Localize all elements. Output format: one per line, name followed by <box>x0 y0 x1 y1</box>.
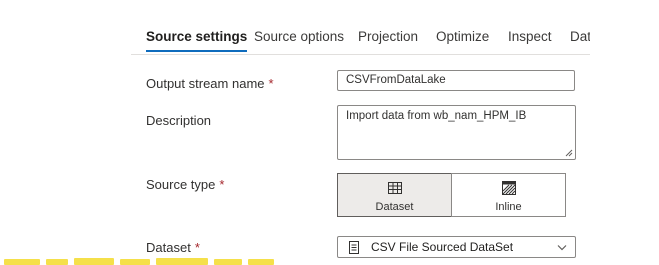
chevron-down-icon[interactable] <box>557 244 567 251</box>
source-type-dataset-button[interactable]: Dataset <box>337 173 452 217</box>
dataset-label-text: Dataset <box>146 240 191 255</box>
hatched-box-icon <box>501 181 516 195</box>
description-label: Description <box>146 113 212 128</box>
output-stream-name-value: CSVFromDataLake <box>346 74 446 86</box>
description-value: Import data from wb_nam_HPM_IB <box>346 110 527 122</box>
tab-source-options[interactable]: Source options <box>254 29 344 44</box>
tab-data-preview-clipped[interactable]: Dat <box>570 27 590 51</box>
resize-grip-icon[interactable] <box>565 149 573 157</box>
tab-projection[interactable]: Projection <box>358 29 418 44</box>
tab-source-settings[interactable]: Source settings <box>146 29 248 52</box>
required-marker: * <box>194 240 200 255</box>
source-type-dataset-label: Dataset <box>375 201 414 213</box>
source-type-label-text: Source type <box>146 177 216 192</box>
table-icon <box>387 182 402 194</box>
description-textarea[interactable]: Import data from wb_nam_HPM_IB <box>337 105 576 160</box>
tab-inspect[interactable]: Inspect <box>508 29 552 44</box>
dataset-selected-value: CSV File Sourced DataSet <box>371 240 514 254</box>
dataset-label: Dataset * <box>146 240 200 255</box>
source-type-toggle-group: Dataset Inline <box>337 173 566 217</box>
dataset-dropdown[interactable]: CSV File Sourced DataSet <box>337 236 576 258</box>
cropped-caption-fragment <box>4 258 274 265</box>
required-marker: * <box>268 76 274 91</box>
source-type-label: Source type * <box>146 177 224 192</box>
tab-data-preview[interactable]: Dat <box>570 29 590 44</box>
output-stream-name-label-text: Output stream name <box>146 76 265 91</box>
output-stream-name-label: Output stream name * <box>146 76 274 91</box>
document-icon <box>349 241 359 254</box>
tab-optimize[interactable]: Optimize <box>436 29 489 44</box>
source-type-inline-label: Inline <box>495 201 522 213</box>
required-marker: * <box>219 177 225 192</box>
output-stream-name-input[interactable]: CSVFromDataLake <box>337 70 575 91</box>
source-type-inline-button[interactable]: Inline <box>451 173 566 217</box>
tab-divider <box>131 54 590 55</box>
